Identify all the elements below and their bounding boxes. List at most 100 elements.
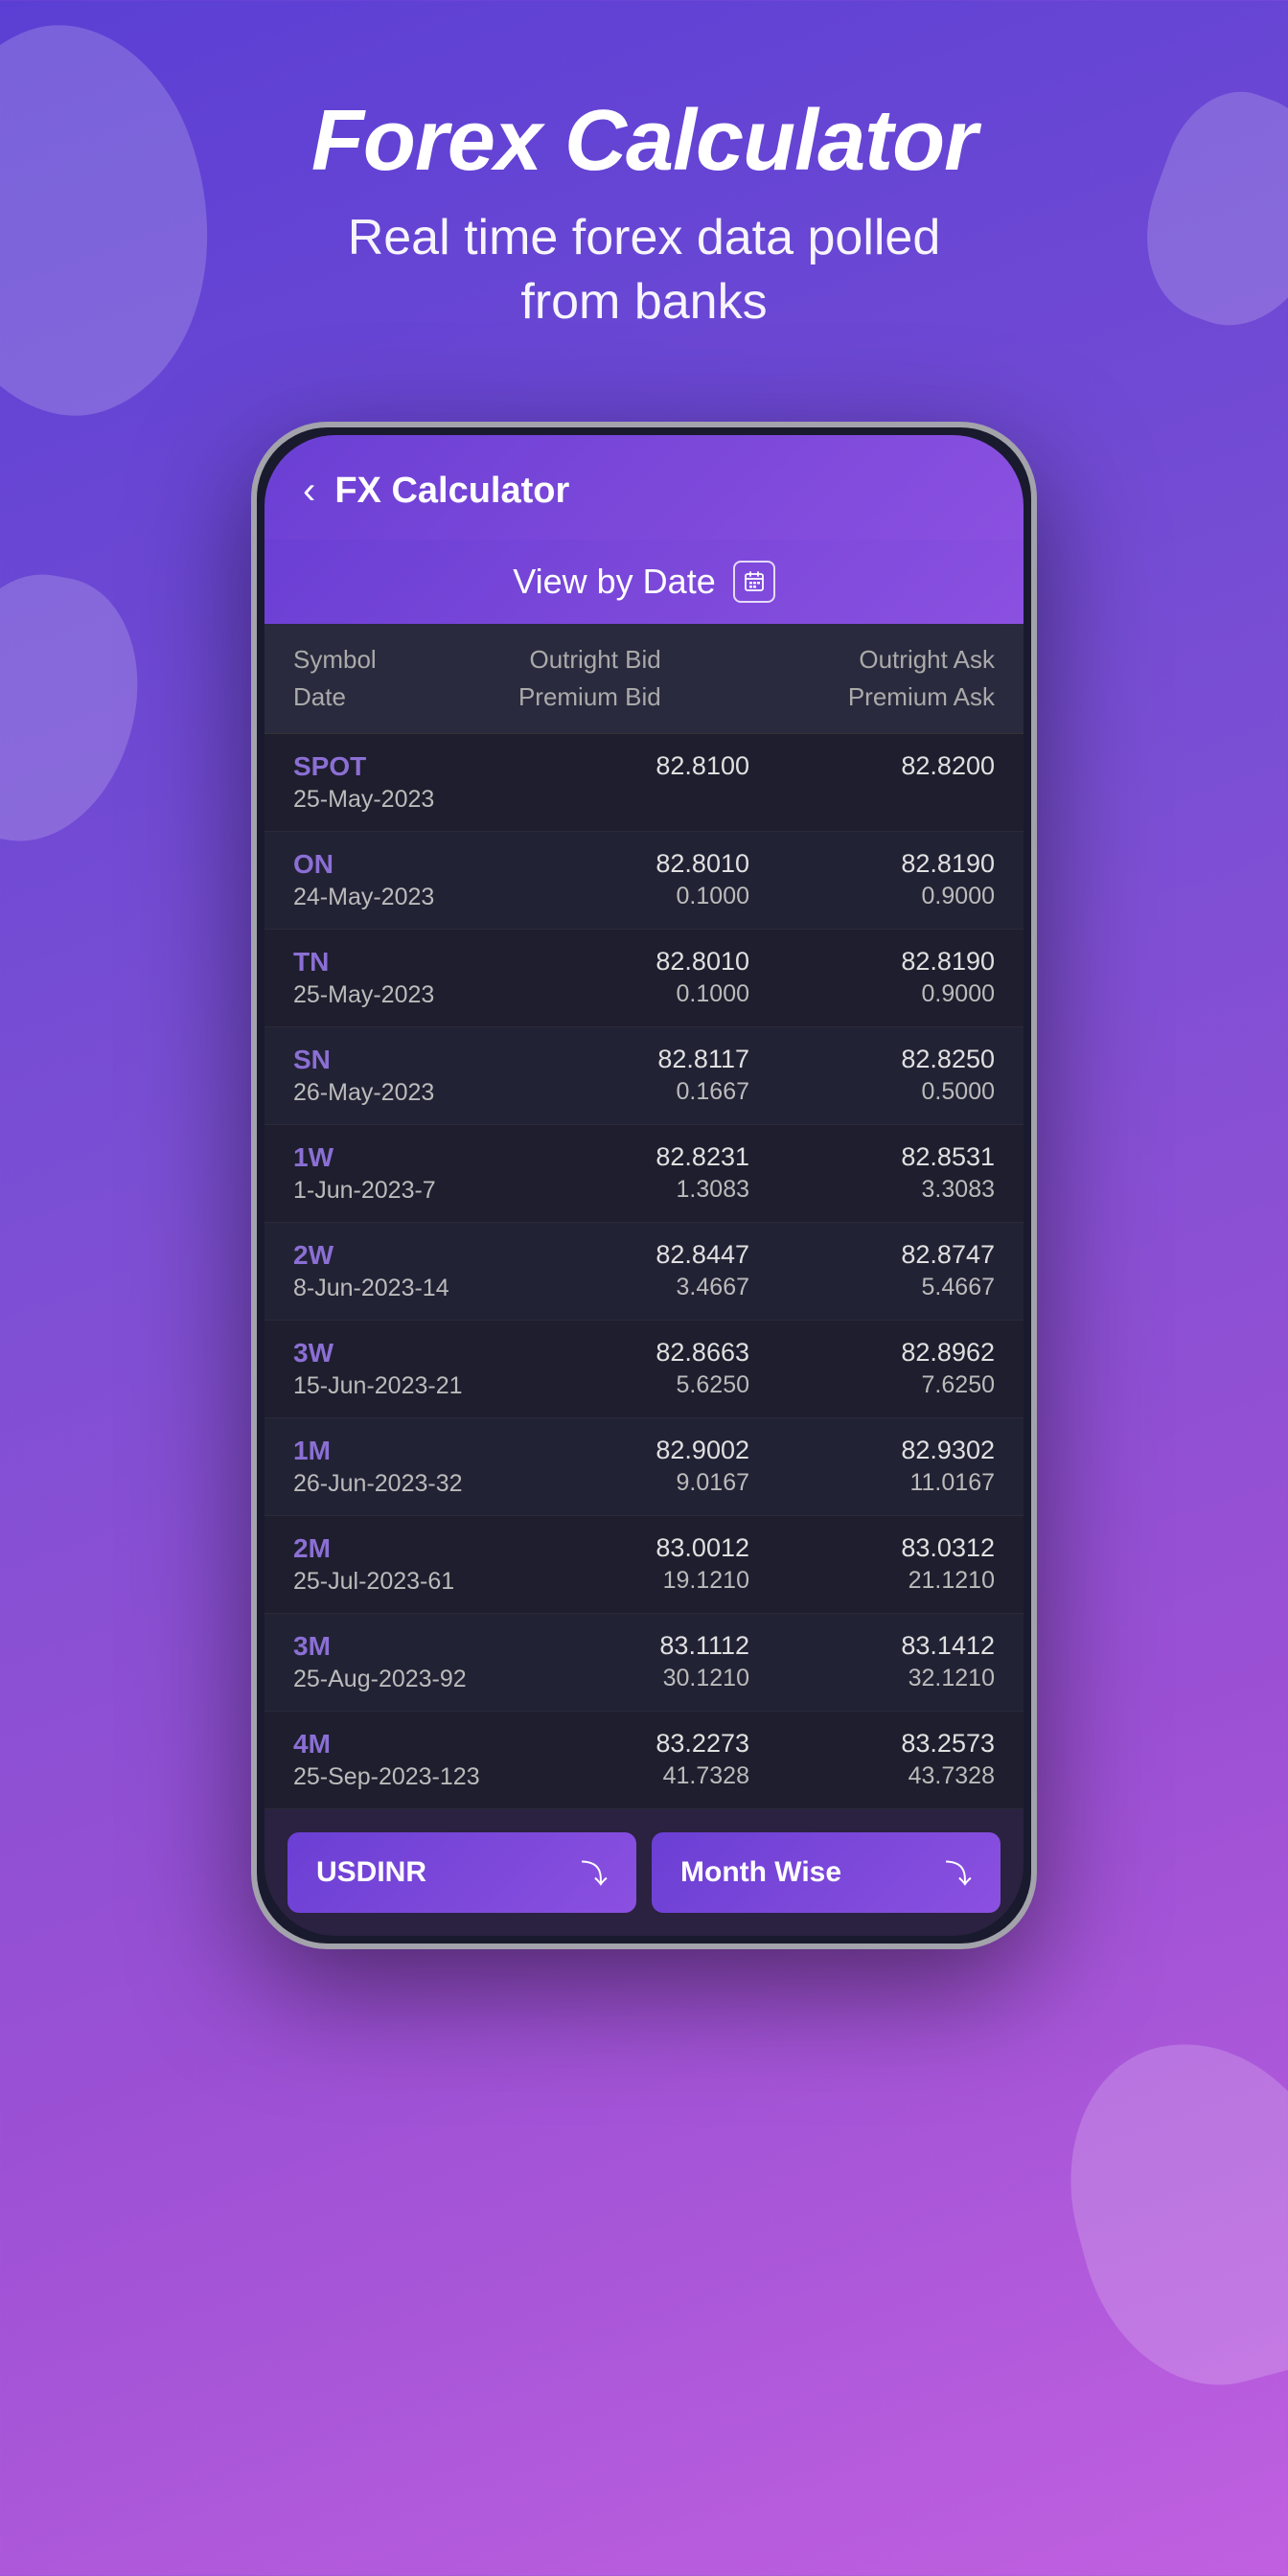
- row-symbol: 2M: [293, 1533, 504, 1564]
- row-date: 24-May-2023: [293, 884, 504, 911]
- row-ask: 83.1412 32.1210: [822, 1631, 995, 1692]
- phone-inner-frame: ‹ FX Calculator View by Date: [264, 435, 1024, 1936]
- row-bid: 83.0012 19.1210: [577, 1533, 749, 1595]
- bottom-bar: USDINR ⤵ Month Wise ⤵: [264, 1809, 1024, 1936]
- row-ask: 83.0312 21.1210: [822, 1533, 995, 1595]
- row-symbol: 3M: [293, 1631, 504, 1662]
- row-bid-main: 82.8231: [656, 1142, 749, 1171]
- row-bid: 82.8010 0.1000: [577, 849, 749, 910]
- table-header: Symbol Date Outright Bid Premium Bid Out…: [264, 624, 1024, 734]
- app-bar: ‹ FX Calculator: [264, 435, 1024, 540]
- row-bid: 83.1112 30.1210: [577, 1631, 749, 1692]
- table-row: 1W 1-Jun-2023-7 82.8231 1.3083 82.8531 3…: [264, 1125, 1024, 1223]
- row-symbol: 2W: [293, 1240, 504, 1271]
- row-symbol: 1W: [293, 1142, 504, 1173]
- row-symbol-date: 1W 1-Jun-2023-7: [293, 1142, 504, 1205]
- row-ask-main: 82.8747: [901, 1240, 995, 1269]
- table-row: SPOT 25-May-2023 82.8100 82.8200: [264, 734, 1024, 832]
- table-row: 3M 25-Aug-2023-92 83.1112 30.1210 83.141…: [264, 1614, 1024, 1712]
- mode-label: Month Wise: [680, 1856, 841, 1889]
- row-ask: 82.8190 0.9000: [822, 947, 995, 1008]
- row-date: 15-Jun-2023-21: [293, 1372, 504, 1400]
- row-date: 25-May-2023: [293, 981, 504, 1009]
- data-table: SPOT 25-May-2023 82.8100 82.8200 ON 24-M…: [264, 734, 1024, 1809]
- row-ask-main: 82.9302: [901, 1436, 995, 1464]
- app-title: Forex Calculator: [311, 96, 977, 187]
- row-date: 1-Jun-2023-7: [293, 1177, 504, 1205]
- mode-chevron-icon: ⤵: [945, 1853, 972, 1892]
- row-ask: 82.8200: [822, 751, 995, 781]
- row-date: 26-Jun-2023-32: [293, 1470, 504, 1498]
- currency-chevron-icon: ⤵: [581, 1853, 608, 1892]
- row-symbol-date: ON 24-May-2023: [293, 849, 504, 911]
- row-bid-main: 82.8663: [656, 1338, 749, 1367]
- hero-section: Forex Calculator Real time forex data po…: [311, 96, 977, 335]
- row-bid-main: 83.2273: [656, 1729, 749, 1758]
- row-bid-main: 83.1112: [659, 1631, 749, 1660]
- row-date: 25-Aug-2023-92: [293, 1666, 504, 1693]
- phone-outer-frame: ‹ FX Calculator View by Date: [251, 422, 1037, 1949]
- row-bid-main: 83.0012: [656, 1533, 749, 1562]
- row-ask-main: 82.8250: [901, 1045, 995, 1073]
- row-bid-main: 82.8447: [656, 1240, 749, 1269]
- table-row: 2M 25-Jul-2023-61 83.0012 19.1210 83.031…: [264, 1516, 1024, 1614]
- row-ask: 82.8747 5.4667: [822, 1240, 995, 1301]
- row-ask-main: 83.2573: [901, 1729, 995, 1758]
- row-symbol-date: 1M 26-Jun-2023-32: [293, 1436, 504, 1498]
- row-ask: 82.8962 7.6250: [822, 1338, 995, 1399]
- row-ask-main: 82.8962: [901, 1338, 995, 1367]
- row-bid-main: 82.8117: [657, 1045, 749, 1073]
- row-symbol-date: SN 26-May-2023: [293, 1045, 504, 1107]
- row-bid: 82.8100: [577, 751, 749, 781]
- row-ask: 82.9302 11.0167: [822, 1436, 995, 1497]
- table-row: ON 24-May-2023 82.8010 0.1000 82.8190 0.…: [264, 832, 1024, 930]
- phone-mockup: ‹ FX Calculator View by Date: [251, 422, 1037, 1949]
- mode-dropdown[interactable]: Month Wise ⤵: [652, 1832, 1000, 1913]
- row-ask: 82.8190 0.9000: [822, 849, 995, 910]
- row-date: 8-Jun-2023-14: [293, 1275, 504, 1302]
- row-bid: 82.8447 3.4667: [577, 1240, 749, 1301]
- decorative-blob-ml: [0, 561, 156, 858]
- row-symbol: 1M: [293, 1436, 504, 1466]
- row-bid: 82.8663 5.6250: [577, 1338, 749, 1399]
- decorative-blob-tr: [1119, 73, 1288, 348]
- row-ask-main: 82.8190: [901, 947, 995, 976]
- col-outright-premium-bid: Outright Bid Premium Bid: [518, 641, 661, 716]
- row-bid: 82.8117 0.1667: [577, 1045, 749, 1106]
- row-ask-main: 82.8200: [901, 751, 995, 780]
- currency-label: USDINR: [316, 1856, 426, 1889]
- row-date: 25-Sep-2023-123: [293, 1763, 504, 1791]
- row-bid: 82.9002 9.0167: [577, 1436, 749, 1497]
- decorative-blob-br: [1037, 2011, 1288, 2413]
- row-symbol-date: 3M 25-Aug-2023-92: [293, 1631, 504, 1693]
- currency-dropdown[interactable]: USDINR ⤵: [288, 1832, 636, 1913]
- row-bid: 83.2273 41.7328: [577, 1729, 749, 1790]
- row-bid-main: 82.8010: [656, 849, 749, 878]
- table-row: 4M 25-Sep-2023-123 83.2273 41.7328 83.25…: [264, 1712, 1024, 1809]
- calendar-icon[interactable]: [733, 561, 775, 603]
- row-symbol: 4M: [293, 1729, 504, 1760]
- row-symbol-date: 4M 25-Sep-2023-123: [293, 1729, 504, 1791]
- row-date: 25-Jul-2023-61: [293, 1568, 504, 1596]
- table-row: 3W 15-Jun-2023-21 82.8663 5.6250 82.8962…: [264, 1321, 1024, 1418]
- row-symbol: 3W: [293, 1338, 504, 1368]
- row-symbol-date: TN 25-May-2023: [293, 947, 504, 1009]
- row-date: 25-May-2023: [293, 786, 504, 814]
- table-row: SN 26-May-2023 82.8117 0.1667 82.8250 0.…: [264, 1027, 1024, 1125]
- table-row: 2W 8-Jun-2023-14 82.8447 3.4667 82.8747 …: [264, 1223, 1024, 1321]
- row-ask: 83.2573 43.7328: [822, 1729, 995, 1790]
- row-bid-main: 82.8100: [656, 751, 749, 780]
- col-outright-premium-ask: Outright Ask Premium Ask: [803, 641, 995, 716]
- view-date-header[interactable]: View by Date: [264, 540, 1024, 624]
- row-symbol-date: 2W 8-Jun-2023-14: [293, 1240, 504, 1302]
- row-bid: 82.8231 1.3083: [577, 1142, 749, 1204]
- row-ask-main: 83.1412: [901, 1631, 995, 1660]
- row-date: 26-May-2023: [293, 1079, 504, 1107]
- app-subtitle: Real time forex data polledfrom banks: [311, 206, 977, 335]
- row-ask-main: 82.8190: [901, 849, 995, 878]
- row-bid-main: 82.8010: [656, 947, 749, 976]
- row-symbol-date: SPOT 25-May-2023: [293, 751, 504, 814]
- row-symbol-date: 3W 15-Jun-2023-21: [293, 1338, 504, 1400]
- row-bid-main: 82.9002: [656, 1436, 749, 1464]
- back-button[interactable]: ‹: [303, 470, 315, 513]
